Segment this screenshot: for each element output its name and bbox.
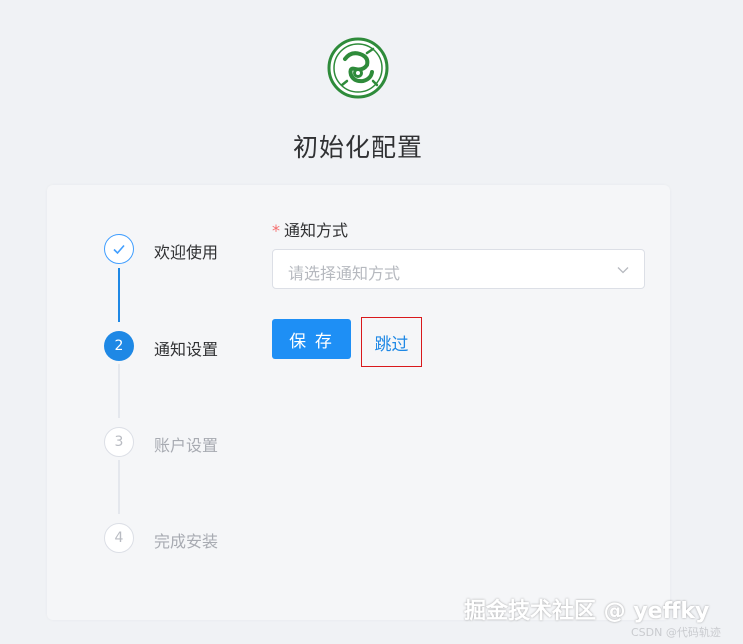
check-icon xyxy=(104,234,134,264)
step-account: 3 账户设置 xyxy=(104,427,218,457)
notify-method-placeholder: 请选择通知方式 xyxy=(288,264,401,283)
app-logo xyxy=(327,37,389,99)
watermark: 掘金技术社区 @ yeffky xyxy=(464,599,710,624)
step-number: 4 xyxy=(104,523,134,553)
step-connector-1 xyxy=(118,268,120,322)
step-label: 通知设置 xyxy=(154,340,219,359)
skip-button[interactable]: 跳过 xyxy=(361,317,422,367)
step-label: 完成安装 xyxy=(154,532,219,551)
step-number: 2 xyxy=(104,331,134,361)
page-title: 初始化配置 xyxy=(292,133,423,162)
step-label: 欢迎使用 xyxy=(154,243,219,262)
step-number: 3 xyxy=(104,427,134,457)
required-mark: * xyxy=(272,221,280,240)
step-connector-3 xyxy=(118,460,120,514)
notify-method-label-text: 通知方式 xyxy=(284,221,349,240)
step-finish: 4 完成安装 xyxy=(104,523,218,553)
step-connector-2 xyxy=(118,364,120,418)
notify-method-label: * 通知方式 xyxy=(272,217,348,241)
step-notify: 2 通知设置 xyxy=(104,331,218,361)
save-button[interactable]: 保 存 xyxy=(272,319,351,359)
watermark-sub: CSDN @代码轨迹 xyxy=(631,626,721,639)
step-welcome: 欢迎使用 xyxy=(104,234,218,264)
notify-method-select[interactable]: 请选择通知方式 xyxy=(272,249,645,289)
chevron-down-icon xyxy=(617,267,629,274)
step-label: 账户设置 xyxy=(154,436,219,455)
